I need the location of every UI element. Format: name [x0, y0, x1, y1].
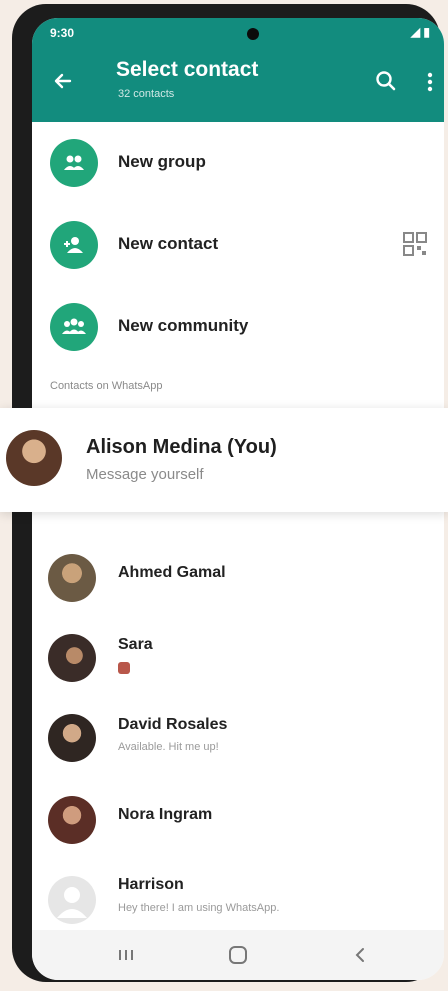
avatar	[48, 714, 96, 762]
contact-item[interactable]: Sara	[32, 618, 444, 698]
recents-icon	[119, 950, 133, 960]
search-icon	[376, 71, 396, 91]
add-person-icon	[64, 237, 83, 253]
new-contact-badge	[50, 221, 98, 269]
contact-status: Available. Hit me up!	[118, 741, 219, 753]
person-placeholder-icon	[57, 887, 87, 918]
default-avatar	[48, 876, 96, 924]
new-contact-item[interactable]: New contact	[32, 210, 444, 280]
nav-back-button[interactable]	[340, 940, 380, 970]
status-emoji	[118, 662, 130, 674]
contact-status: Hey there! I am using WhatsApp.	[118, 902, 280, 914]
avatar	[6, 430, 62, 486]
home-button[interactable]	[218, 940, 258, 970]
avatar	[48, 796, 96, 844]
contact-name: Nora Ingram	[118, 806, 213, 823]
group-icon	[64, 155, 84, 170]
system-nav-bar	[32, 930, 444, 980]
contact-name: Ahmed Gamal	[118, 564, 226, 581]
qr-code-button[interactable]	[402, 231, 428, 257]
self-contact-status: Message yourself	[86, 466, 204, 483]
home-icon	[229, 946, 247, 964]
self-contact-item[interactable]: Alison Medina (You) Message yourself	[0, 408, 448, 512]
app-bar: 9:30 ◢ ▮ Select contact 32 contacts	[32, 18, 444, 122]
page-title: Select contact	[116, 58, 259, 81]
back-icon	[355, 948, 364, 962]
new-community-badge	[50, 303, 98, 351]
recents-button[interactable]	[106, 940, 146, 970]
more-vert-icon	[427, 72, 433, 92]
contact-item[interactable]: Nora Ingram	[32, 780, 444, 860]
new-group-badge	[50, 139, 98, 187]
contact-item[interactable]: David Rosales Available. Hit me up!	[32, 698, 444, 778]
community-icon	[62, 318, 86, 334]
contact-name: David Rosales	[118, 716, 228, 733]
new-community-label: New community	[118, 316, 249, 335]
contact-count: 32 contacts	[118, 88, 175, 100]
back-arrow-icon	[54, 73, 72, 89]
avatar	[48, 554, 96, 602]
avatar	[48, 634, 96, 682]
new-community-item[interactable]: New community	[32, 292, 444, 362]
new-group-item[interactable]: New group	[32, 128, 444, 198]
qr-code-icon	[403, 232, 427, 256]
more-options-button[interactable]	[424, 68, 436, 96]
new-contact-label: New contact	[118, 234, 219, 253]
back-button[interactable]	[48, 66, 78, 96]
search-button[interactable]	[372, 67, 400, 95]
contact-item[interactable]: Harrison Hey there! I am using WhatsApp.	[32, 860, 444, 940]
contact-name: Harrison	[118, 876, 184, 893]
front-camera	[247, 28, 259, 40]
status-icons: ◢ ▮	[410, 25, 430, 39]
self-contact-name: Alison Medina (You)	[86, 436, 277, 458]
contact-item[interactable]: Ahmed Gamal	[32, 538, 444, 618]
section-label: Contacts on WhatsApp	[50, 380, 163, 392]
status-time: 9:30	[50, 26, 75, 40]
contact-name: Sara	[118, 636, 153, 653]
new-group-label: New group	[118, 152, 206, 171]
